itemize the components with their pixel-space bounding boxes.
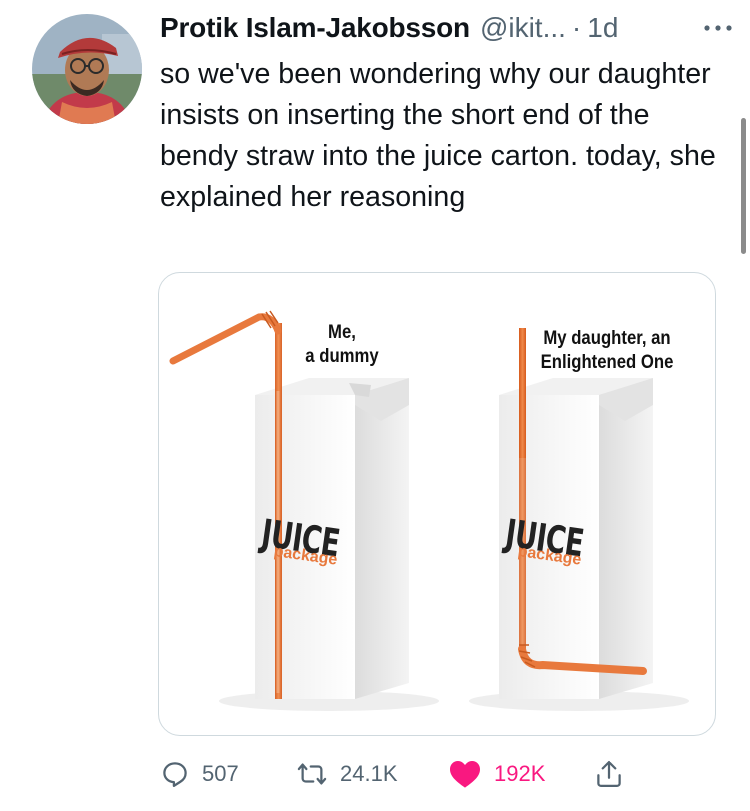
- tweet-header: Protik Islam-Jakobsson @ikit... · 1d: [160, 8, 736, 48]
- tweet-actions: 507 24.1K 192K: [158, 752, 718, 796]
- scrollbar[interactable]: [741, 118, 746, 254]
- retweet-icon: [297, 763, 327, 785]
- tweet-text: so we've been wondering why our daughter…: [160, 58, 716, 213]
- author-name[interactable]: Protik Islam-Jakobsson: [160, 12, 470, 44]
- share-button[interactable]: [594, 752, 624, 796]
- right-caption-line1: My daughter, an: [543, 328, 671, 349]
- reply-icon: [163, 762, 187, 787]
- tweet-time[interactable]: 1d: [587, 12, 618, 44]
- separator-dot: ·: [571, 12, 582, 43]
- retweet-button[interactable]: 24.1K: [296, 752, 398, 796]
- share-icon: [597, 761, 621, 787]
- right-caption-line2: Enlightened One: [540, 352, 674, 373]
- retweet-count: 24.1K: [340, 761, 398, 786]
- left-caption-line2: a dummy: [305, 346, 379, 367]
- like-icon: [450, 761, 480, 788]
- like-button[interactable]: 192K: [448, 752, 545, 796]
- right-caption: My daughter, an Enlightened One: [531, 327, 682, 375]
- left-caption-line1: Me,: [328, 322, 356, 343]
- like-count: 192K: [494, 761, 546, 786]
- more-icon: [704, 25, 732, 31]
- reply-button[interactable]: 507: [160, 752, 239, 796]
- left-caption: Me, a dummy: [294, 321, 391, 369]
- avatar-image: [32, 14, 142, 124]
- avatar[interactable]: [32, 14, 142, 124]
- reply-count: 507: [202, 761, 239, 786]
- tweet-media[interactable]: Me, a dummy My daughter, an Enlightened …: [158, 272, 716, 736]
- more-button[interactable]: [700, 14, 736, 42]
- author-handle[interactable]: @ikit...: [480, 12, 566, 44]
